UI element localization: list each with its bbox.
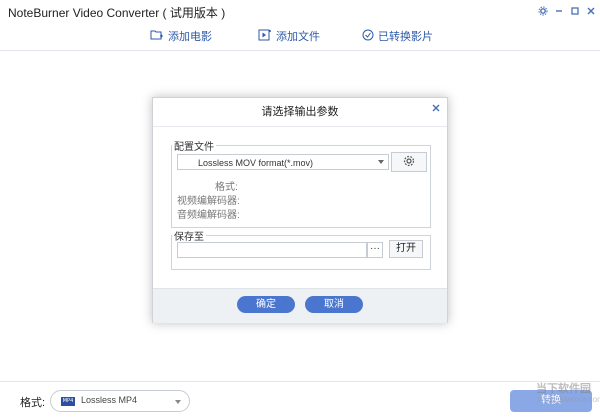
title-bar: NoteBurner Video Converter ( 试用版本 ) [0, 0, 600, 22]
add-movie-button[interactable]: 添加电影 [150, 26, 212, 46]
minimize-icon[interactable] [552, 4, 566, 18]
watermark: 当下软件园 www.downxia.com [520, 380, 600, 414]
dialog-close-icon[interactable] [431, 102, 441, 112]
ok-button[interactable]: 确定 [237, 296, 295, 313]
format-info-label: 格式: [215, 182, 238, 193]
output-format-value: Lossless MP4 [81, 395, 138, 405]
gear-icon [403, 155, 415, 170]
profile-group-label: 配置文件 [174, 142, 214, 153]
add-file-icon [258, 29, 272, 44]
close-icon[interactable] [584, 4, 598, 18]
converted-videos-button[interactable]: 已转换影片 [362, 26, 433, 46]
maximize-icon[interactable] [568, 4, 582, 18]
app-title: NoteBurner Video Converter ( 试用版本 ) [8, 6, 226, 20]
output-format-label: 格式: [20, 397, 46, 409]
toolbar: 添加电影 添加文件 已转换影片 [0, 22, 600, 51]
open-folder-button[interactable]: 打开 [389, 240, 423, 258]
save-to-label: 保存至 [174, 232, 204, 243]
output-format-select[interactable]: MP4 Lossless MP4 [50, 390, 190, 412]
profile-select[interactable]: Lossless MOV format(*.mov) [177, 154, 389, 170]
add-file-button[interactable]: 添加文件 [258, 26, 320, 46]
profile-select-value: Lossless MOV format(*.mov) [198, 158, 314, 168]
converted-clock-icon [362, 29, 374, 44]
dialog-footer: 确定 取消 [153, 288, 447, 323]
watermark-text: 当下软件园 [536, 383, 591, 395]
output-settings-dialog: 请选择输出参数 配置文件 Lossless MOV format(*.mov) … [152, 97, 448, 323]
watermark-url: www.downxia.com [538, 395, 600, 404]
audio-codec-label: 音频编解码器: [177, 210, 240, 221]
chevron-down-icon [175, 400, 181, 404]
cancel-button[interactable]: 取消 [305, 296, 363, 313]
video-codec-label: 视频编解码器: [177, 196, 240, 207]
add-movie-icon [150, 29, 164, 44]
mp4-format-icon: MP4 [61, 397, 75, 406]
browse-button[interactable]: ··· [367, 242, 383, 258]
gear-icon[interactable] [536, 4, 550, 18]
dialog-title: 请选择输出参数 [153, 98, 447, 127]
bottom-bar: 格式: MP4 Lossless MP4 转换 [0, 381, 600, 419]
chevron-down-icon [378, 160, 384, 164]
add-file-label: 添加文件 [276, 31, 320, 43]
save-path-input[interactable] [177, 242, 367, 258]
add-movie-label: 添加电影 [168, 31, 212, 43]
profile-settings-button[interactable] [391, 152, 427, 172]
converted-label: 已转换影片 [378, 31, 433, 43]
